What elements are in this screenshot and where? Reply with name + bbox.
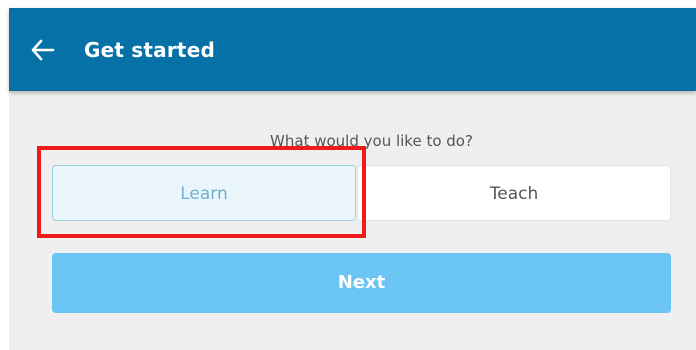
teach-option-button[interactable]: Teach: [357, 165, 671, 221]
page-title: Get started: [84, 38, 215, 62]
question-prompt: What would you like to do?: [270, 132, 473, 150]
learn-option-button[interactable]: Learn: [52, 165, 356, 221]
next-button[interactable]: Next: [52, 253, 671, 313]
arrow-left-icon: [31, 39, 55, 61]
app-bar: Get started: [9, 8, 696, 91]
screen: Get started What would you like to do? L…: [9, 8, 696, 350]
back-button[interactable]: [29, 36, 57, 64]
